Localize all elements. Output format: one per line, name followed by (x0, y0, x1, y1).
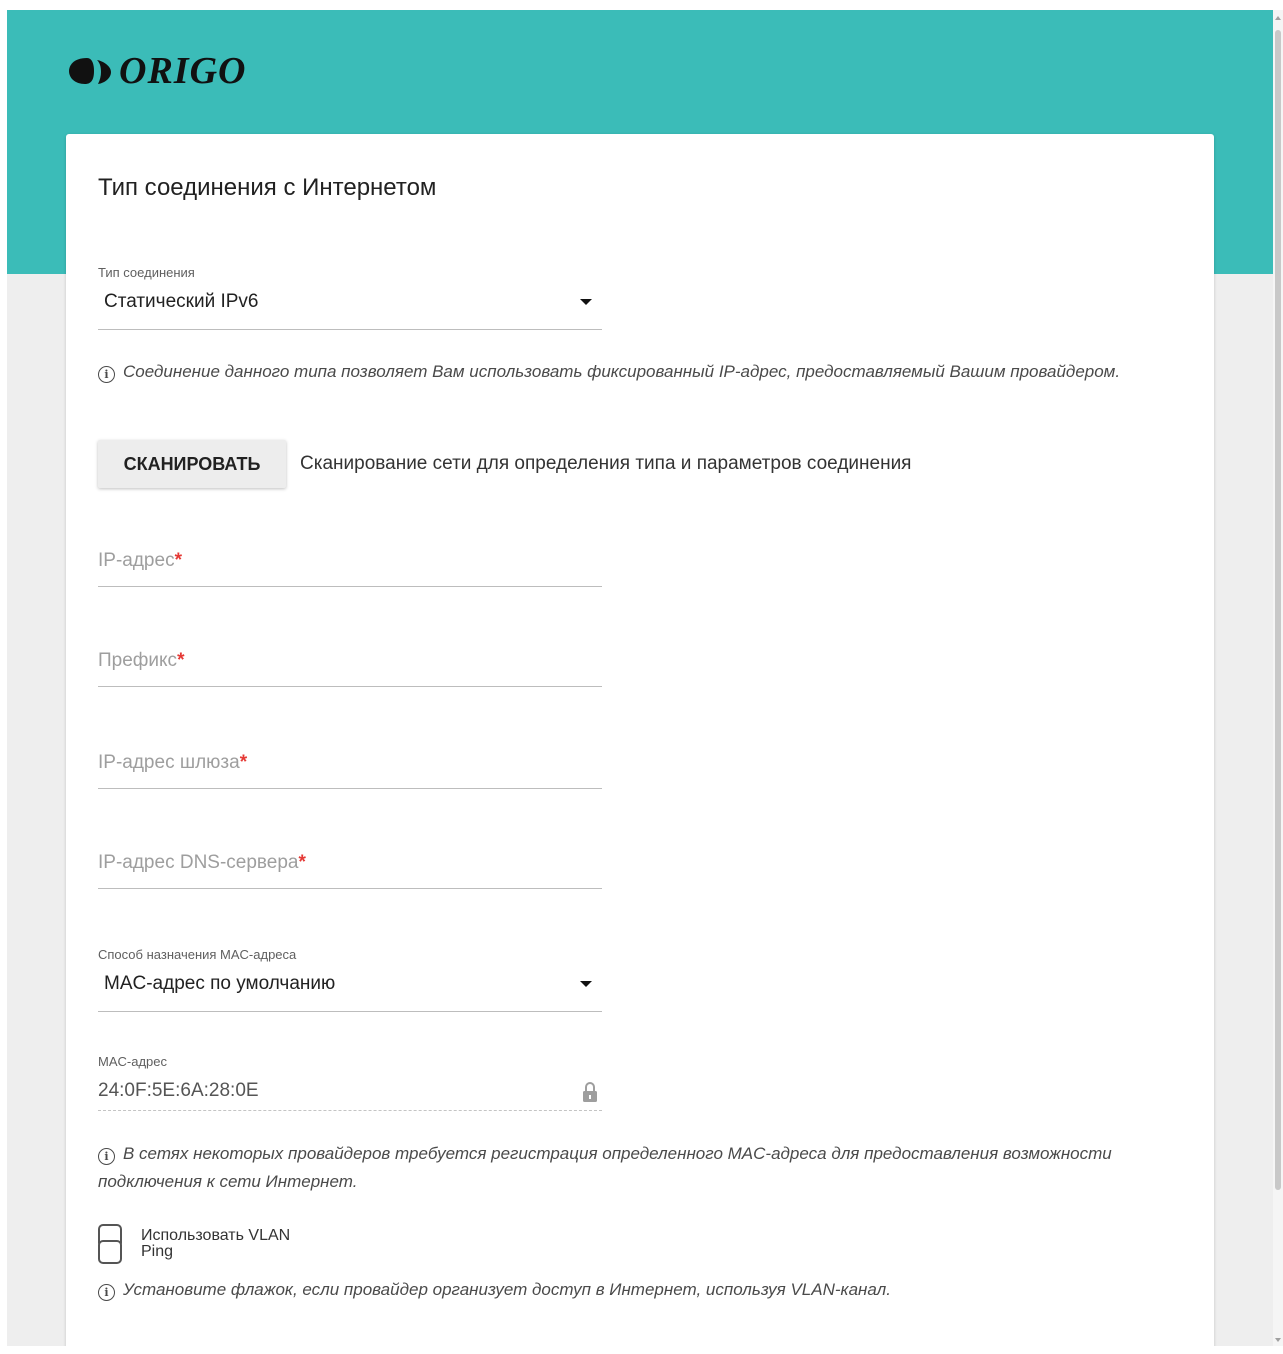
brand-name: ORIGO (119, 50, 247, 92)
required-mark: * (174, 550, 182, 571)
ip-address-placeholder: IP-адрес* (98, 550, 182, 571)
mac-address-label: MAC-адрес (98, 1054, 167, 1069)
mac-method-label: Способ назначения MAC-адреса (98, 947, 297, 962)
ping-checkbox[interactable] (98, 1240, 122, 1264)
brand-logo[interactable]: ORIGO (67, 52, 246, 90)
required-mark: * (177, 650, 185, 671)
vlan-info: i Установите флажок, если провайдер орган… (98, 1276, 1158, 1304)
mac-info: iВ сетях некоторых провайдеров требуется… (98, 1140, 1158, 1196)
required-mark: * (239, 752, 248, 773)
chevron-down-icon (580, 981, 592, 987)
scan-button[interactable]: СКАНИРОВАТЬ (98, 440, 286, 488)
ip-address-field[interactable]: IP-адрес* (98, 542, 602, 587)
gateway-placeholder: IP-адрес шлюза* (98, 752, 248, 773)
mac-address-value: 24:0F:5E:6A:28:0E (98, 1080, 259, 1101)
scrollbar-thumb[interactable] (1275, 30, 1281, 1190)
vertical-scrollbar[interactable] (1273, 10, 1283, 1346)
connection-type-label: Тип соединения (98, 265, 195, 280)
ping-checkbox-label[interactable]: Ping (141, 1243, 173, 1261)
info-icon: i (98, 1148, 115, 1165)
dns-field[interactable]: IP-адрес DNS-сервера* (98, 844, 602, 889)
bottom-edge (0, 1346, 1283, 1354)
scroll-down-icon[interactable] (1275, 1338, 1281, 1342)
required-mark: * (298, 852, 306, 873)
mac-method-value: MAC-адрес по умолчанию (104, 973, 336, 994)
dns-placeholder: IP-адрес DNS-сервера* (98, 852, 306, 873)
connection-info-text: Соединение данного типа позволяет Вам ис… (123, 362, 1121, 381)
scroll-up-icon[interactable] (1275, 16, 1281, 20)
ping-checkbox-row-visible[interactable]: Ping (98, 1240, 173, 1264)
mac-method-select[interactable]: MAC-адрес по умолчанию (98, 965, 602, 1012)
prefix-field[interactable]: Префикс* (98, 642, 602, 687)
mac-address-field: MAC-адрес 24:0F:5E:6A:28:0E (98, 1054, 602, 1111)
info-icon: i (98, 1284, 115, 1301)
mac-info-text: В сетях некоторых провайдеров требуется … (98, 1144, 1112, 1191)
connection-type-select[interactable]: Статический IPv6 (98, 283, 602, 330)
page-viewport: ORIGO Тип соединения с Интернетом Тип со… (7, 10, 1273, 1346)
connection-type-value: Статический IPv6 (104, 291, 259, 312)
info-icon: i (98, 366, 115, 383)
scan-description: Сканирование сети для определения типа и… (300, 453, 912, 474)
vlan-info-text: Установите флажок, если провайдер органи… (123, 1280, 891, 1299)
chevron-down-icon (580, 299, 592, 305)
prefix-placeholder: Префикс* (98, 650, 185, 671)
page-title: Тип соединения с Интернетом (98, 174, 437, 201)
connection-info: i Соединение данного типа позволяет Вам и… (98, 358, 1158, 386)
lock-icon (583, 1082, 597, 1102)
gateway-field[interactable]: IP-адрес шлюза* (98, 744, 602, 789)
origo-logo-icon (69, 58, 111, 84)
settings-card: Тип соединения с Интернетом Тип соединен… (66, 134, 1214, 1346)
